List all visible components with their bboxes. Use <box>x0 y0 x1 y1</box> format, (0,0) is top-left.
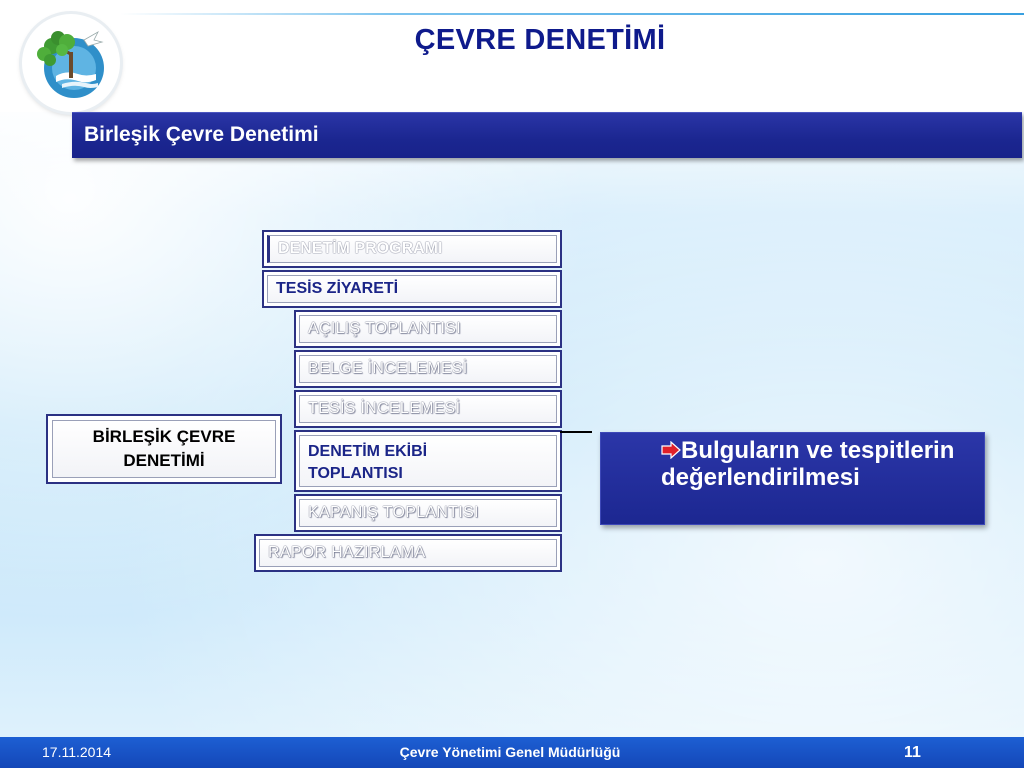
step-label: DENETİM PROGRAMI <box>267 235 557 263</box>
step-denetim-ekibi-toplantisi: DENETİM EKİBİ TOPLANTISI <box>294 430 562 492</box>
section-title: Birleşik Çevre Denetimi <box>84 123 319 146</box>
step-belge-incelemesi: BELGE İNCELEMESİ <box>294 350 562 388</box>
red-arrow-icon <box>661 438 681 460</box>
section-header-bar: Birleşik Çevre Denetimi <box>72 112 1022 158</box>
header-divider-line <box>120 13 1024 15</box>
step-label: DENETİM EKİBİ TOPLANTISI <box>299 435 557 487</box>
step-acilis-toplantisi: AÇILIŞ TOPLANTISI <box>294 310 562 348</box>
step-tesis-incelemesi: TESİS İNCELEMESİ <box>294 390 562 428</box>
findings-content: Bulguların ve tespitlerin değerlendirilm… <box>661 437 961 491</box>
birlesik-cevre-denetimi-box: BİRLEŞİK ÇEVRE DENETİMİ <box>46 414 282 484</box>
step-label: TESİS İNCELEMESİ <box>299 395 557 423</box>
step-tesis-ziyareti: TESİS ZİYARETİ <box>262 270 562 308</box>
step-rapor-hazirlama: RAPOR HAZIRLAMA <box>254 534 562 572</box>
findings-text: Bulguların ve tespitlerin değerlendirilm… <box>661 437 955 491</box>
footer-organization: Çevre Yönetimi Genel Müdürlüğü <box>399 744 621 760</box>
step-label: BELGE İNCELEMESİ <box>299 355 557 383</box>
connector-line <box>560 431 592 433</box>
step-kapanis-toplantisi: KAPANIŞ TOPLANTISI <box>294 494 562 532</box>
step-label: TESİS ZİYARETİ <box>267 275 557 303</box>
step-label: RAPOR HAZIRLAMA <box>259 539 557 567</box>
page-title: ÇEVRE DENETİMİ <box>414 24 666 56</box>
ministry-logo-icon <box>22 14 120 112</box>
step-denetim-programi: DENETİM PROGRAMI <box>262 230 562 268</box>
slide-number: 11 <box>904 744 921 761</box>
birlesik-box-label: BİRLEŞİK ÇEVRE DENETİMİ <box>52 420 276 478</box>
step-label: AÇILIŞ TOPLANTISI <box>299 315 557 343</box>
step-label: KAPANIŞ TOPLANTISI <box>299 499 557 527</box>
footer-date: 17.11.2014 <box>42 744 112 760</box>
findings-callout: Bulguların ve tespitlerin değerlendirilm… <box>600 432 985 525</box>
footer-bar: 17.11.2014 Çevre Yönetimi Genel Müdürlüğ… <box>0 737 1024 768</box>
